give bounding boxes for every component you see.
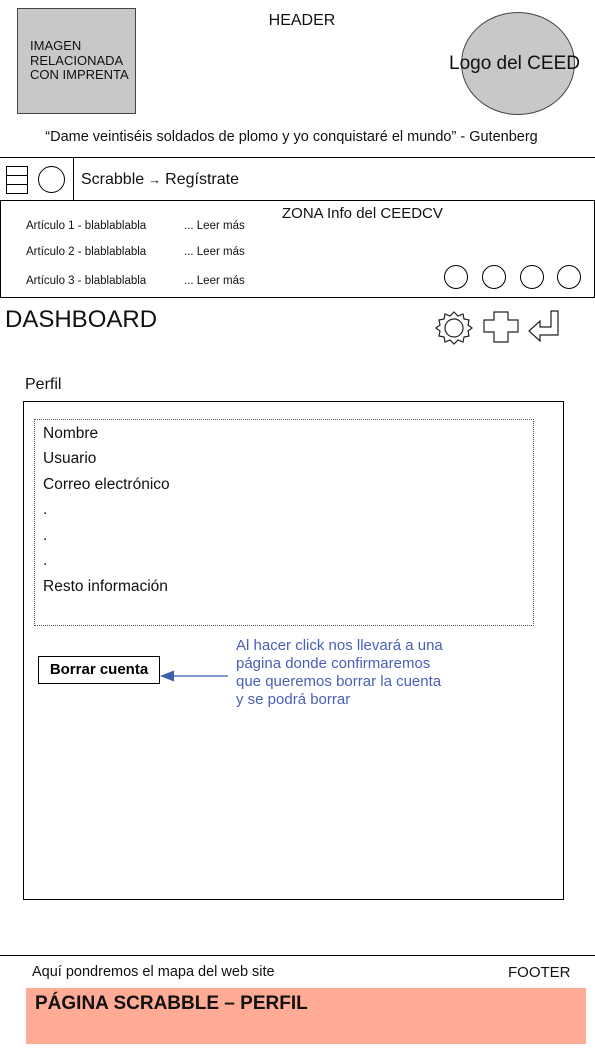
footer-page-title: PÁGINA SCRABBLE – PERFIL	[35, 993, 308, 1014]
article-title[interactable]: Artículo 2 - blablablabla	[26, 246, 146, 258]
info-zone-title: ZONA Info del CEEDCV	[282, 205, 443, 222]
article-title[interactable]: Artículo 3 - blablablabla	[26, 275, 146, 287]
profile-field-ellipsis: .	[43, 501, 48, 518]
nav-divider	[73, 157, 74, 201]
profile-label: Perfil	[25, 376, 62, 393]
breadcrumb: Scrabble → Regístrate	[81, 171, 239, 189]
footer-divider	[0, 955, 595, 956]
header-quote: “Dame veintiséis soldados de plomo y yo …	[45, 129, 538, 145]
read-more-link[interactable]: ... Leer más	[184, 275, 245, 287]
return-icon[interactable]	[527, 310, 563, 344]
delete-annotation: Al hacer click nos llevará a una página …	[236, 637, 443, 708]
hamburger-menu-icon[interactable]	[6, 166, 28, 194]
profile-field-email: Correo electrónico	[43, 476, 170, 493]
dashboard-title: DASHBOARD	[5, 306, 158, 333]
social-circle-icon[interactable]	[482, 265, 506, 289]
breadcrumb-current: Regístrate	[165, 171, 239, 188]
profile-field-ellipsis: .	[43, 527, 48, 544]
read-more-link[interactable]: ... Leer más	[184, 220, 245, 232]
article-title[interactable]: Artículo 1 - blablablabla	[26, 220, 146, 232]
profile-field-user: Usuario	[43, 450, 97, 467]
profile-field-rest: Resto información	[43, 578, 168, 595]
profile-field-name: Nombre	[43, 425, 99, 442]
logo-text: Logo del CEED	[449, 53, 580, 74]
profile-field-ellipsis: .	[43, 552, 48, 569]
social-circle-icon[interactable]	[557, 265, 581, 289]
gear-icon[interactable]	[433, 310, 475, 346]
footer-label: FOOTER	[508, 964, 571, 981]
delete-account-button[interactable]: Borrar cuenta	[38, 656, 160, 684]
footer-page-bar: PÁGINA SCRABBLE – PERFIL	[26, 988, 586, 1044]
breadcrumb-arrow-icon: →	[148, 172, 162, 187]
plus-icon[interactable]	[481, 310, 521, 344]
social-circle-icon[interactable]	[444, 265, 468, 289]
breadcrumb-root[interactable]: Scrabble	[81, 171, 144, 188]
annotation-arrow-icon	[160, 670, 228, 682]
footer-sitemap-text: Aquí pondremos el mapa del web site	[32, 964, 275, 980]
user-circle-icon[interactable]	[38, 166, 65, 193]
header-image-placeholder: IMAGEN RELACIONADA CON IMPRENTA	[17, 8, 136, 114]
social-circle-icon[interactable]	[520, 265, 544, 289]
image-placeholder-text: IMAGEN RELACIONADA CON IMPRENTA	[30, 38, 129, 83]
header-label: HEADER	[268, 12, 336, 29]
read-more-link[interactable]: ... Leer más	[184, 246, 245, 258]
